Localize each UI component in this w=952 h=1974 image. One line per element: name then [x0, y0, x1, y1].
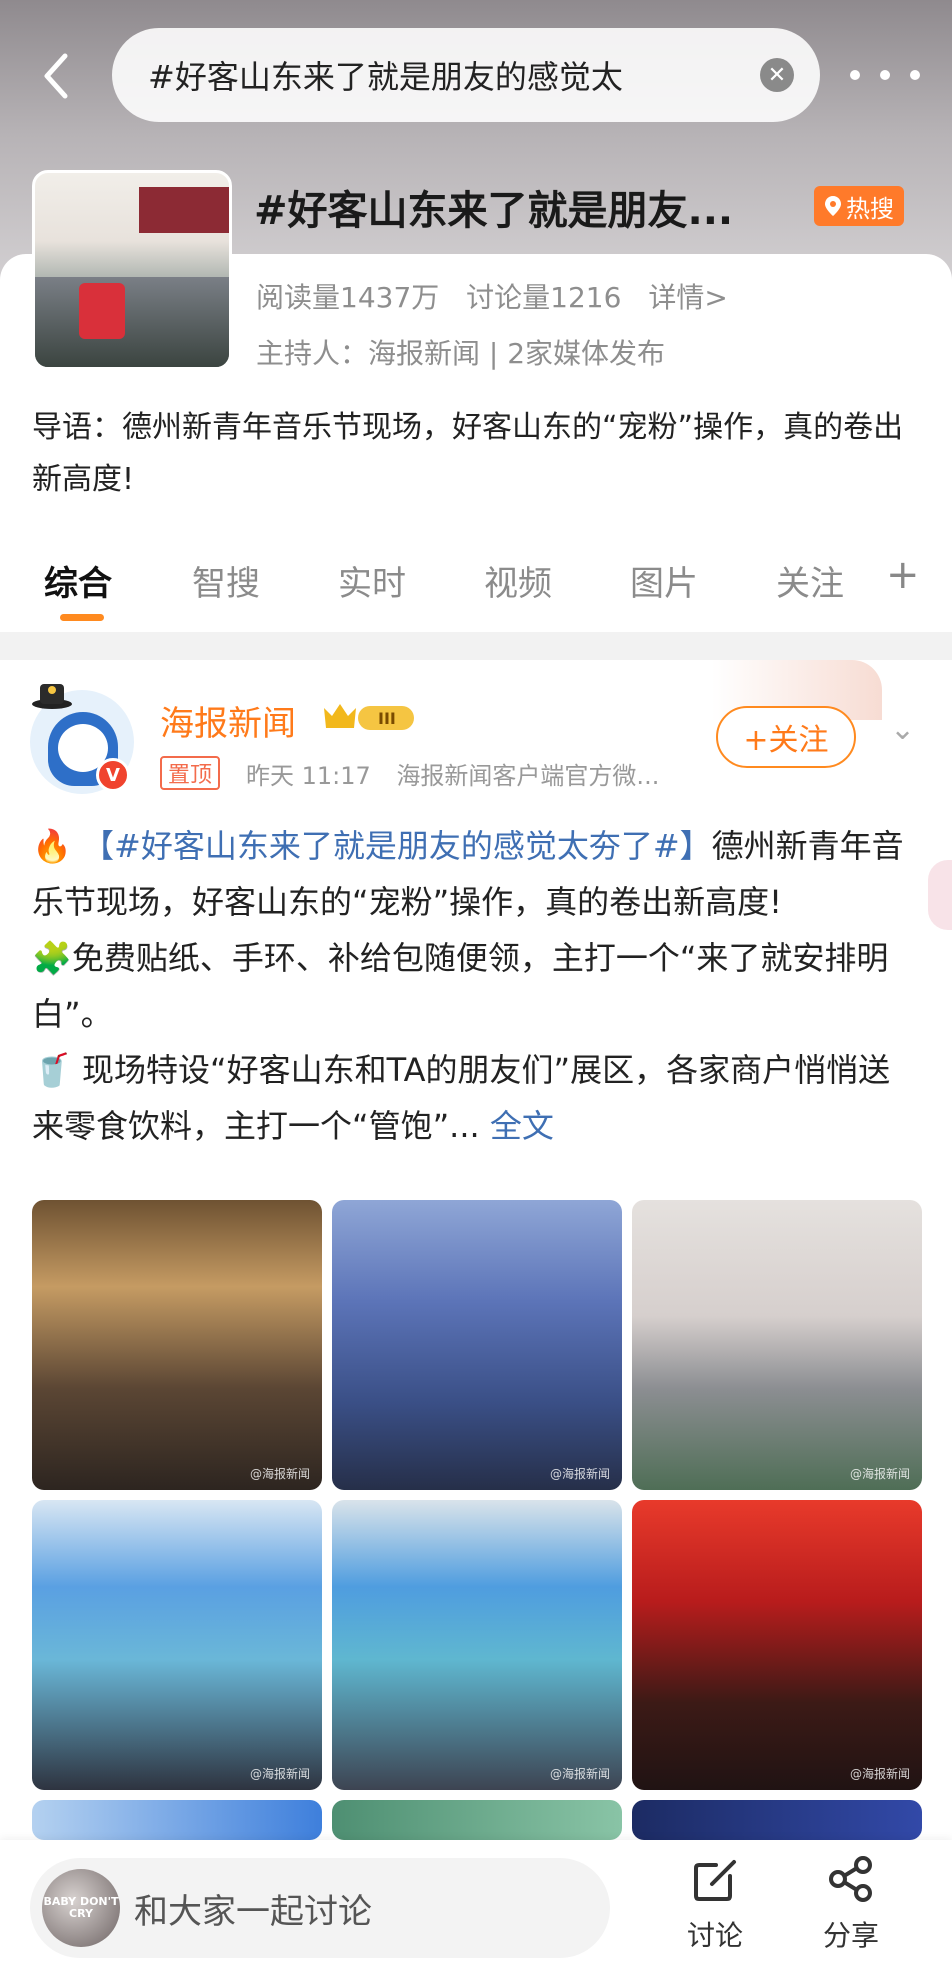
hat-icon [32, 684, 72, 709]
discuss-button[interactable]: 讨论 [670, 1854, 760, 1954]
tab-video[interactable]: 视频 [484, 556, 552, 605]
image-watermark: @海报新闻 [849, 1467, 910, 1481]
fire-icon: 🔥 [32, 827, 72, 865]
search-query[interactable]: #好客山东来了就是朋友的感觉太 [148, 52, 623, 98]
comment-placeholder: 和大家一起讨论 [134, 1891, 372, 1932]
tab-smart-search[interactable]: 智搜 [192, 556, 260, 605]
add-tab-icon[interactable]: + [886, 552, 920, 598]
full-text-link[interactable]: 全文 [490, 1107, 554, 1145]
level-text: III [378, 709, 396, 728]
topic-thumbnail[interactable] [32, 170, 232, 370]
details-link[interactable]: 详情> [648, 281, 727, 314]
discussion-count: 讨论量1216 [466, 281, 622, 314]
tab-images[interactable]: 图片 [630, 556, 698, 605]
search-bar[interactable]: #好客山东来了就是朋友的感觉太 ✕ [112, 28, 820, 122]
post-image-4[interactable]: @海报新闻 [32, 1500, 322, 1790]
image-watermark: @海报新闻 [849, 1767, 910, 1781]
dot-icon [850, 70, 860, 80]
discuss-label: 讨论 [686, 1919, 743, 1952]
post-paragraph-1: 🔥 【#好客山东来了就是朋友的感觉太夯了#】德州新青年音乐节现场，好客山东的“宠… [32, 818, 922, 930]
post-image-3[interactable]: @海报新闻 [632, 1200, 922, 1490]
image-watermark: @海报新闻 [249, 1767, 310, 1781]
section-divider [0, 632, 952, 660]
side-tab-peek[interactable] [928, 860, 952, 930]
image-watermark: @海报新闻 [549, 1767, 610, 1781]
post-image-9[interactable] [632, 1800, 922, 1840]
tab-bar: 综合 智搜 实时 视频 图片 关注 [0, 550, 952, 626]
topic-title: #好客山东来了就是朋友... [254, 188, 734, 234]
back-arrow-icon [44, 53, 68, 99]
active-tab-indicator [60, 614, 104, 621]
post-image-5[interactable]: @海报新闻 [332, 1500, 622, 1790]
follow-button[interactable]: +关注 [716, 706, 856, 768]
tab-realtime[interactable]: 实时 [338, 556, 406, 605]
thumbnail-crowd [35, 277, 229, 367]
post-image-7[interactable] [32, 1800, 322, 1840]
share-label: 分享 [822, 1919, 879, 1952]
post-time: 昨天 11:17 [246, 762, 371, 790]
verified-badge-icon: V [96, 758, 130, 792]
drink-icon: 🥤 [32, 1051, 72, 1089]
post-hashtag[interactable]: 【#好客山东来了就是朋友的感觉太夯了#】 [82, 827, 712, 865]
back-button[interactable] [34, 48, 78, 104]
topic-lead: 导语：德州新青年音乐节现场，好客山东的“宠粉”操作，真的卷出新高度! [32, 410, 904, 497]
edit-icon [694, 1860, 736, 1901]
bottom-bar: BABY DON'T CRY 和大家一起讨论 讨论 分享 [0, 1840, 952, 1974]
hot-label: 热搜 [846, 194, 894, 223]
tab-comprehensive[interactable]: 综合 [44, 556, 112, 605]
post-line-3: 现场特设“好客山东和TA的朋友们”展区，各家商户悄悄送来零食饮料，主打一个“管饱… [32, 1051, 891, 1145]
topic-host: 主持人：海报新闻 | 2家媒体发布 [256, 337, 666, 370]
post-image-8[interactable] [332, 1800, 622, 1840]
thumbnail-roof [139, 187, 229, 233]
user-avatar: BABY DON'T CRY [42, 1869, 120, 1947]
post-image-6[interactable]: @海报新闻 [632, 1500, 922, 1790]
puzzle-icon: 🧩 [32, 939, 72, 977]
author-name[interactable]: 海报新闻 [160, 696, 296, 745]
chevron-down-icon[interactable]: ⌄ [890, 712, 915, 747]
share-button[interactable]: 分享 [806, 1854, 896, 1954]
post-meta: 昨天 11:17 海报新闻客户端官方微... [246, 756, 677, 791]
post-image-1[interactable]: @海报新闻 [32, 1200, 322, 1490]
hot-search-badge[interactable]: 热搜 [814, 186, 904, 226]
post-image-2[interactable]: @海报新闻 [332, 1200, 622, 1490]
post-line-2: 免费贴纸、手环、补给包随便领，主打一个“来了就安排明白”。 [32, 939, 889, 1033]
share-icon [829, 1856, 872, 1902]
comment-input[interactable]: BABY DON'T CRY 和大家一起讨论 [30, 1858, 610, 1958]
thumbnail-bag [79, 283, 125, 339]
clear-search-icon[interactable]: ✕ [760, 58, 794, 92]
topic-stats: 阅读量1437万 讨论量1216 详情> [256, 276, 746, 316]
post-paragraph-3: 🥤 现场特设“好客山东和TA的朋友们”展区，各家商户悄悄送来零食饮料，主打一个“… [32, 1042, 922, 1154]
post-paragraph-2: 🧩免费贴纸、手环、补给包随便领，主打一个“来了就安排明白”。 [32, 930, 922, 1042]
image-watermark: @海报新闻 [249, 1467, 310, 1481]
dot-icon [910, 70, 920, 80]
pinned-badge: 置顶 [160, 756, 221, 790]
more-options-button[interactable] [850, 60, 920, 90]
post-source: 海报新闻客户端官方微... [396, 762, 660, 790]
location-pin-icon [825, 196, 841, 216]
post-body: 🔥 【#好客山东来了就是朋友的感觉太夯了#】德州新青年音乐节现场，好客山东的“宠… [32, 818, 922, 1154]
tab-following[interactable]: 关注 [776, 556, 844, 605]
crown-level-icon: III [324, 704, 414, 730]
dot-icon [880, 70, 890, 80]
read-count: 阅读量1437万 [256, 281, 440, 314]
image-watermark: @海报新闻 [549, 1467, 610, 1481]
